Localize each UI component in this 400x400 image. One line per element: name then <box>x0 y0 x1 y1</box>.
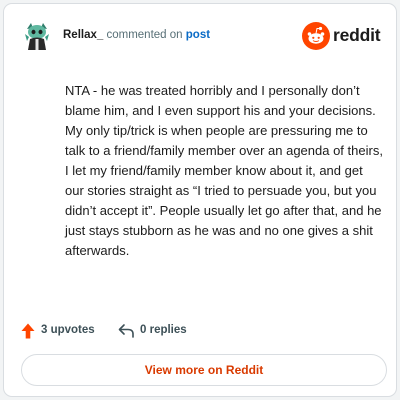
comment-header: Rellax_ commented on post reddit <box>21 20 381 56</box>
comment-actions: 3 upvotes 0 replies <box>21 322 321 340</box>
upvote-count: 3 upvotes <box>41 324 95 336</box>
user-avatar[interactable] <box>21 20 53 52</box>
post-link[interactable]: post <box>186 29 210 41</box>
reply-count: 0 replies <box>140 324 187 336</box>
reddit-wordmark: reddit <box>333 25 381 45</box>
upvote-arrow-icon <box>21 323 35 339</box>
comment-embed-card: Rellax_ commented on post reddit NTA - h… <box>3 3 397 397</box>
comment-attribution: Rellax_ commented on post <box>63 29 210 41</box>
comment-body: NTA - he was treated horribly and I pers… <box>65 83 383 258</box>
commented-on-text: commented on <box>106 29 183 41</box>
reddit-logo[interactable]: reddit <box>302 22 381 50</box>
reply-arrow-icon <box>118 324 134 338</box>
username-link[interactable]: Rellax_ <box>63 29 103 41</box>
view-more-on-reddit-button[interactable]: View more on Reddit <box>21 354 387 386</box>
reddit-snoo-icon <box>302 22 330 50</box>
